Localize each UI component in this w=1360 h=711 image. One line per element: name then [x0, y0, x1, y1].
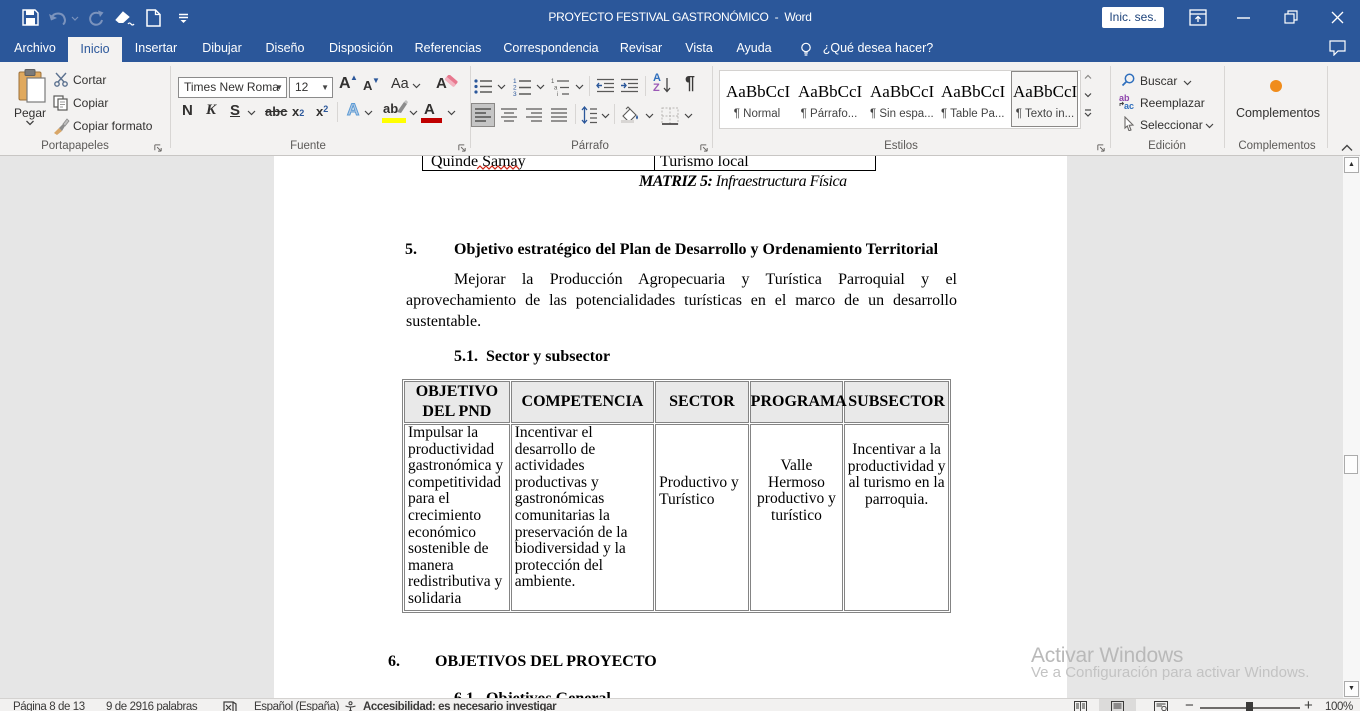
svg-text:a: a	[554, 86, 558, 92]
svg-text:1: 1	[551, 79, 555, 85]
svg-text:3: 3	[513, 91, 517, 96]
svg-text:ac: ac	[1124, 101, 1134, 109]
svg-text:i: i	[557, 92, 558, 96]
